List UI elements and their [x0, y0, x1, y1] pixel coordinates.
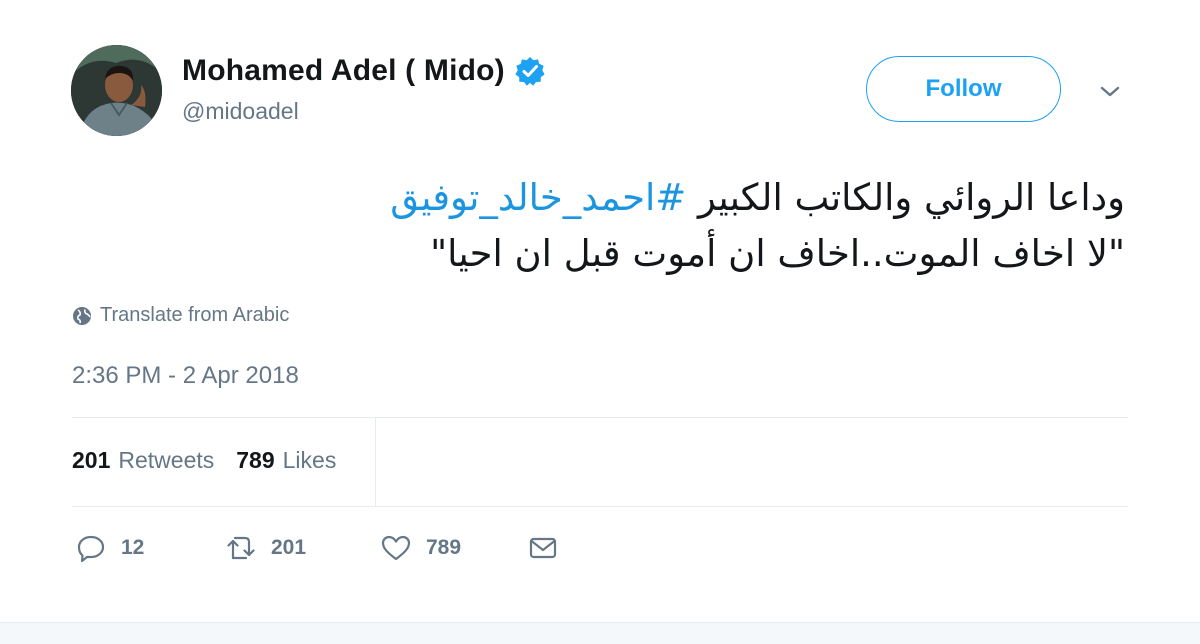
- divider: [72, 506, 1128, 507]
- author-handle[interactable]: @midoadel: [182, 98, 299, 125]
- likes-label: Likes: [282, 447, 337, 473]
- tweet-text: وداعا الروائي والكاتب الكبير #احمد_خالد_…: [100, 170, 1125, 282]
- like-count: 789: [426, 536, 462, 559]
- retweet-button[interactable]: 201: [225, 532, 306, 564]
- translate-label: Translate from Arabic: [100, 304, 290, 326]
- reply-button[interactable]: 12: [75, 532, 144, 564]
- retweets-label: Retweets: [118, 447, 215, 473]
- tweet-text-plain: وداعا الروائي والكاتب الكبير: [686, 176, 1125, 219]
- envelope-icon: [529, 537, 557, 559]
- follow-button[interactable]: Follow: [866, 56, 1061, 122]
- chevron-down-icon[interactable]: [1097, 80, 1123, 102]
- retweets-stat[interactable]: 201 Retweets: [72, 447, 214, 474]
- tweet-timestamp[interactable]: 2:36 PM - 2 Apr 2018: [72, 362, 299, 390]
- avatar-photo: [71, 45, 162, 136]
- author-name[interactable]: Mohamed Adel ( Mido): [182, 54, 505, 88]
- tweet-card: Mohamed Adel ( Mido) @midoadel Follow ود…: [0, 0, 1200, 622]
- page-footer-strip: [0, 622, 1200, 644]
- retweet-icon: [227, 536, 255, 560]
- tweet-text-line-1: وداعا الروائي والكاتب الكبير #احمد_خالد_…: [100, 170, 1125, 226]
- retweet-count: 201: [271, 536, 307, 559]
- author-name-row[interactable]: Mohamed Adel ( Mido): [182, 52, 545, 90]
- verified-badge-icon: [515, 56, 545, 86]
- stats-separator: [375, 418, 376, 506]
- translate-link[interactable]: Translate from Arabic: [72, 304, 289, 327]
- reply-icon: [77, 535, 105, 563]
- heart-icon: [381, 535, 411, 561]
- tweet-stats: 201 Retweets 789 Likes: [72, 447, 336, 474]
- avatar[interactable]: [71, 45, 162, 136]
- hashtag-link[interactable]: #احمد_خالد_توفيق: [390, 176, 686, 219]
- direct-message-button[interactable]: [527, 532, 559, 564]
- likes-count: 789: [236, 447, 275, 473]
- like-button[interactable]: 789: [380, 532, 461, 564]
- likes-stat[interactable]: 789 Likes: [236, 447, 336, 474]
- tweet-text-line-2: "لا اخاف الموت..اخاف ان أموت قبل ان احيا…: [430, 232, 1125, 275]
- divider: [72, 417, 1128, 418]
- globe-icon: [73, 306, 91, 325]
- retweets-count: 201: [72, 447, 111, 473]
- reply-count: 12: [121, 536, 145, 559]
